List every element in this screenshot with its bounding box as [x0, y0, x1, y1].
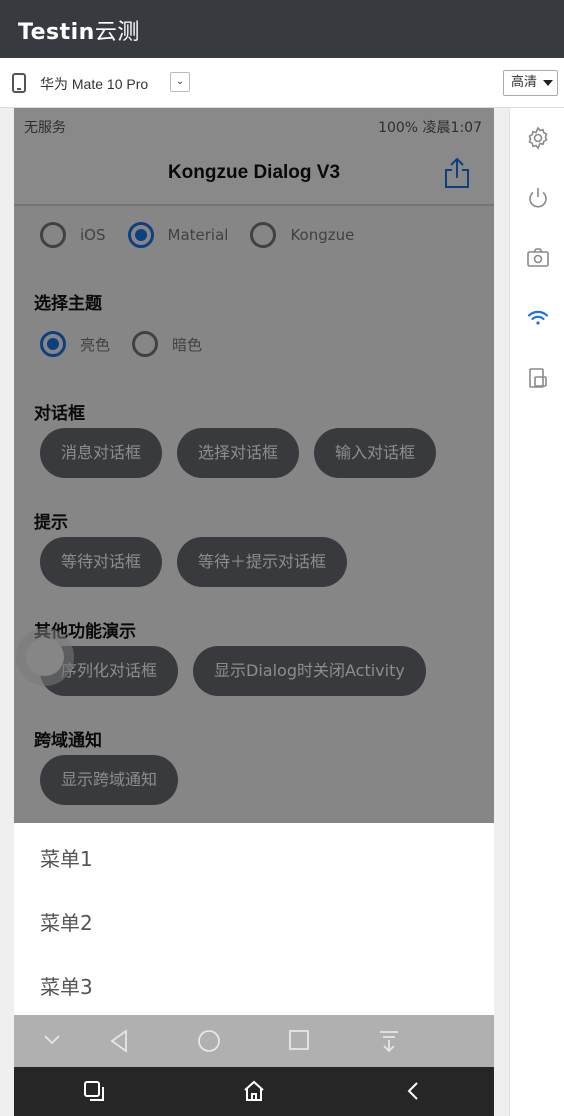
radio-light-label: 亮色 [80, 335, 111, 354]
menu-item[interactable]: 菜单2 [40, 907, 93, 936]
wait-dialog-button[interactable]: 等待对话框 [40, 537, 163, 587]
home-icon[interactable] [197, 1029, 221, 1057]
settings-icon[interactable] [526, 126, 550, 150]
wait-tip-dialog-button[interactable]: 等待＋提示对话框 [177, 537, 348, 587]
device-dropdown-button[interactable]: ⌄ [170, 72, 190, 92]
recents-icon[interactable] [288, 1029, 310, 1055]
close-activity-button[interactable]: 显示Dialog时关闭Activity [193, 646, 426, 696]
host-nav-bar [14, 1067, 494, 1116]
cross-domain-notify-button[interactable]: 显示跨域通知 [40, 755, 179, 805]
home-outline-icon[interactable] [242, 1079, 266, 1107]
quality-label: 高清 [511, 75, 538, 90]
notify-buttons: 显示跨域通知 [40, 755, 193, 805]
radio-kongzue-label: Kongzue [290, 226, 355, 244]
device-bar: 华为 Mate 10 Pro ⌄ 高清 [0, 58, 564, 108]
radio-ios-label: iOS [80, 226, 106, 244]
device-name: 华为 Mate 10 Pro [40, 76, 149, 92]
power-icon[interactable] [526, 186, 550, 210]
style-radio-group: iOS Material Kongzue [40, 222, 376, 248]
status-right: 100% 凌晨1:07 [378, 120, 482, 136]
notification-pull-icon[interactable] [378, 1029, 400, 1057]
app-bar: Kongzue Dialog V3 [14, 144, 494, 206]
other-buttons: 序列化对话框 显示Dialog时关闭Activity [40, 646, 441, 696]
bottom-menu: 菜单1 菜单2 菜单3 [14, 823, 494, 1015]
testin-logo[interactable]: Testin云测 [18, 14, 140, 46]
menu-item[interactable]: 菜单1 [40, 843, 93, 872]
radio-material-label: Material [167, 226, 229, 244]
floating-assistive-button[interactable] [16, 628, 74, 686]
caret-down-icon [543, 80, 553, 86]
select-dialog-button[interactable]: 选择对话框 [177, 428, 300, 478]
status-left: 无服务 [24, 120, 66, 136]
camera-icon[interactable] [526, 246, 550, 270]
input-dialog-button[interactable]: 输入对话框 [314, 428, 437, 478]
message-dialog-button[interactable]: 消息对话框 [40, 428, 163, 478]
phone-icon [12, 73, 26, 93]
android-nav-bar [14, 1015, 494, 1067]
screen-rotate-icon[interactable] [526, 366, 550, 390]
device-toolbar [509, 108, 564, 1116]
right-gutter [494, 108, 509, 1116]
back-icon[interactable] [108, 1029, 130, 1057]
status-bar: 无服务 100% 凌晨1:07 [14, 108, 494, 144]
left-gutter [0, 108, 14, 1116]
dialog-buttons: 消息对话框 选择对话框 输入对话框 [40, 428, 451, 478]
chevron-left-icon[interactable] [402, 1079, 426, 1107]
share-icon[interactable] [443, 156, 471, 190]
radio-ios[interactable] [40, 222, 66, 248]
radio-material[interactable] [127, 222, 154, 248]
logo-sub: 云测 [94, 20, 140, 45]
tip-section-title: 提示 [34, 513, 68, 533]
radio-dark[interactable] [132, 331, 159, 357]
dialog-section-title: 对话框 [34, 404, 85, 424]
menu-item[interactable]: 菜单3 [40, 971, 93, 1000]
radio-dark-label: 暗色 [172, 335, 203, 354]
logo-main: Testin [18, 20, 95, 45]
theme-section-title: 选择主题 [34, 294, 102, 314]
radio-light[interactable] [40, 331, 66, 357]
overview-icon[interactable] [82, 1079, 106, 1107]
chevron-down-icon[interactable] [42, 1029, 62, 1053]
quality-select[interactable]: 高清 [503, 70, 558, 96]
wifi-icon[interactable] [526, 306, 550, 330]
phone-screen[interactable]: 无服务 100% 凌晨1:07 Kongzue Dialog V3 iOS Ma… [14, 108, 494, 1116]
notify-section-title: 跨域通知 [34, 731, 102, 751]
top-bar: Testin云测 [0, 0, 564, 58]
tip-buttons: 等待对话框 等待＋提示对话框 [40, 537, 362, 587]
radio-kongzue[interactable] [250, 222, 277, 248]
theme-radio-group: 亮色 暗色 [40, 331, 224, 357]
app-title: Kongzue Dialog V3 [167, 162, 341, 183]
